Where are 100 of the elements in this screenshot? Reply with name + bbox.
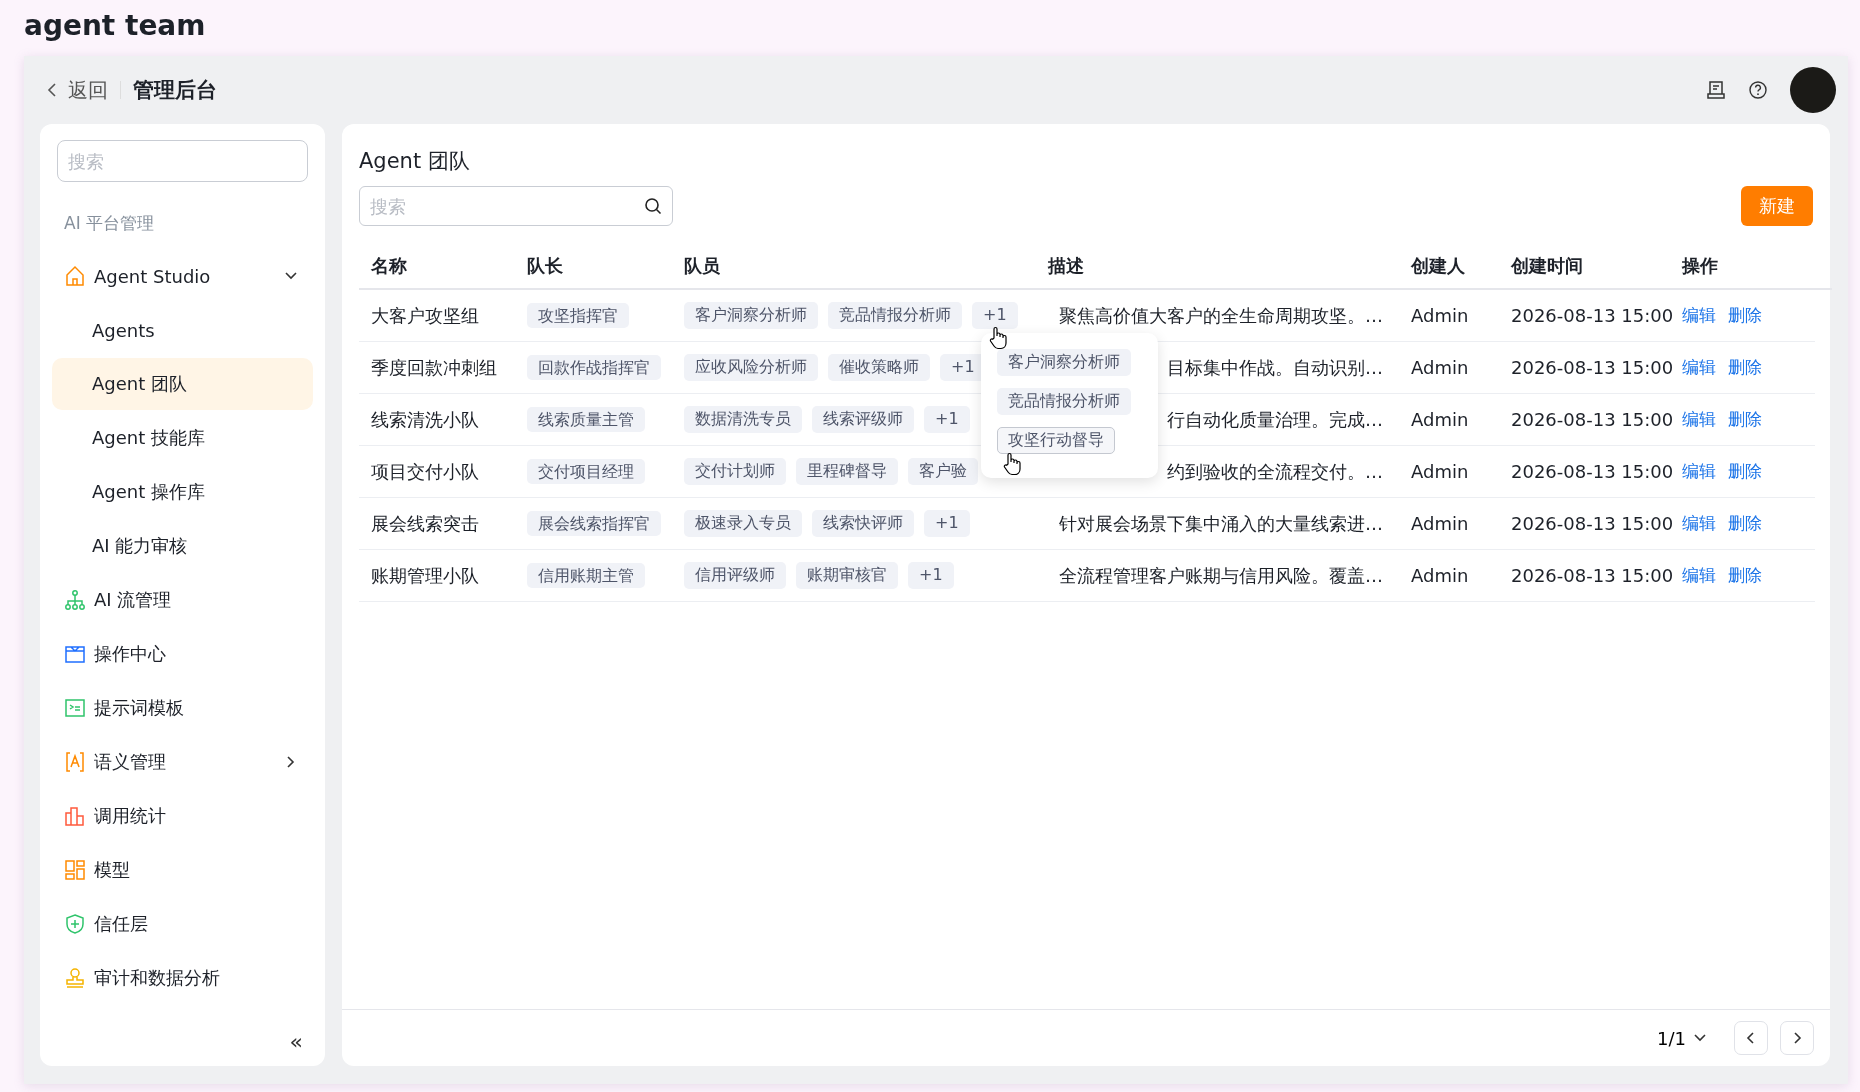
next-page-button[interactable] bbox=[1780, 1021, 1814, 1055]
stamp-icon bbox=[64, 967, 86, 989]
role-tag: 客户验 bbox=[908, 458, 978, 485]
column-header: 创建人 bbox=[1410, 254, 1466, 278]
panel-title: Agent 团队 bbox=[359, 148, 471, 175]
role-tag[interactable]: 攻坚行动督导 bbox=[997, 427, 1115, 454]
inbox-icon[interactable] bbox=[1706, 80, 1726, 100]
table-cell: 针对展会场景下集中涌入的大量线索进… bbox=[1059, 512, 1383, 534]
role-tag: 账期审核官 bbox=[796, 562, 898, 589]
previous-page-button[interactable] bbox=[1734, 1021, 1768, 1055]
nav-item[interactable]: 语义管理 bbox=[52, 735, 313, 789]
table-cell-text: Admin bbox=[1410, 305, 1470, 326]
table-cell-text: 大客户攻坚组 bbox=[370, 303, 480, 328]
table-cell-text: 2026-08-13 15:00 bbox=[1510, 565, 1670, 586]
action-link[interactable]: 编辑 bbox=[1682, 356, 1716, 379]
column-header: 队长 bbox=[526, 254, 564, 278]
role-tag: 催收策略师 bbox=[828, 354, 930, 381]
role-tag: 攻坚指挥官 bbox=[527, 303, 629, 328]
action-link[interactable]: 编辑 bbox=[1682, 304, 1716, 327]
role-tag: 数据清洗专员 bbox=[684, 406, 802, 433]
table-cell-text: 2026-08-13 15:00 bbox=[1510, 461, 1670, 482]
nav-subitem[interactable]: AI 能力审核 bbox=[52, 520, 313, 572]
table-cell: 行自动化质量治理。完成… bbox=[1167, 408, 1383, 430]
nav-item[interactable]: 信任层 bbox=[52, 897, 313, 951]
nav-item[interactable]: Agent Studio bbox=[52, 249, 313, 303]
grid-icon bbox=[64, 859, 86, 881]
action-link[interactable]: 编辑 bbox=[1682, 512, 1716, 535]
nav-subitem[interactable]: Agent 操作库 bbox=[52, 466, 313, 518]
more-tag[interactable]: +1 bbox=[924, 510, 970, 537]
action-link[interactable]: 删除 bbox=[1728, 304, 1762, 327]
table-cell-text: 线索清洗小队 bbox=[370, 407, 480, 432]
search-field[interactable]: 搜索 bbox=[57, 140, 308, 182]
collapse-button[interactable]: « bbox=[279, 1029, 313, 1054]
nav-item[interactable]: 操作中心 bbox=[52, 627, 313, 681]
column-header: 名称 bbox=[370, 254, 408, 278]
role-tag: 回款作战指挥官 bbox=[527, 355, 661, 380]
role-tag: 客户洞察分析师 bbox=[684, 302, 818, 329]
role-tag: 信用账期主管 bbox=[527, 563, 645, 588]
role-tag: 竞品情报分析师 bbox=[828, 302, 962, 329]
column-header: 操作 bbox=[1681, 254, 1719, 278]
action-link[interactable]: 删除 bbox=[1728, 512, 1762, 535]
nav-item[interactable]: AI 流管理 bbox=[52, 573, 313, 627]
role-tag[interactable]: 竞品情报分析师 bbox=[997, 388, 1131, 415]
table-cell-text: Admin bbox=[1410, 513, 1470, 534]
page-title: 管理后台 bbox=[133, 77, 217, 104]
action-link[interactable]: 删除 bbox=[1728, 408, 1762, 431]
action-link[interactable]: 编辑 bbox=[1682, 564, 1716, 587]
role-tag: 极速录入专员 bbox=[684, 510, 802, 537]
table-cell-text: 项目交付小队 bbox=[370, 459, 480, 484]
search-icon[interactable] bbox=[644, 197, 662, 215]
nav-item[interactable]: 调用统计 bbox=[52, 789, 313, 843]
role-tag: 展会线索指挥官 bbox=[527, 511, 661, 536]
table-cell-text: 账期管理小队 bbox=[370, 563, 480, 588]
action-link[interactable]: 删除 bbox=[1728, 564, 1762, 587]
role-tag: 交付计划师 bbox=[684, 458, 786, 485]
more-tag[interactable]: +1 bbox=[908, 562, 954, 589]
nav-subitem[interactable]: Agent 团队 bbox=[52, 358, 313, 410]
bar-chart-icon bbox=[64, 805, 86, 827]
action-link[interactable]: 编辑 bbox=[1682, 460, 1716, 483]
table-cell-text: 季度回款冲刺组 bbox=[370, 355, 498, 380]
action-link[interactable]: 删除 bbox=[1728, 356, 1762, 379]
role-tag: 交付项目经理 bbox=[527, 459, 645, 484]
more-tag[interactable]: +1 bbox=[924, 406, 970, 433]
role-tag: 线索评级师 bbox=[812, 406, 914, 433]
action-link[interactable]: 编辑 bbox=[1682, 408, 1716, 431]
nav-subitem[interactable]: Agent 技能库 bbox=[52, 412, 313, 464]
section-label: AI 平台管理 bbox=[64, 212, 156, 235]
nav-item[interactable]: 模型 bbox=[52, 843, 313, 897]
role-tag: 里程碑督导 bbox=[796, 458, 898, 485]
search-field[interactable]: 搜索 bbox=[359, 186, 673, 226]
back-button[interactable]: 返回 bbox=[46, 76, 108, 104]
action-link[interactable]: 删除 bbox=[1728, 460, 1762, 483]
letter-icon bbox=[64, 751, 86, 773]
table-cell: 目标集中作战。自动识别… bbox=[1167, 356, 1383, 378]
home-icon bbox=[64, 265, 86, 287]
role-tag[interactable]: 客户洞察分析师 bbox=[997, 349, 1131, 376]
avatar[interactable] bbox=[1790, 67, 1836, 113]
more-tag[interactable]: +1 bbox=[972, 302, 1018, 329]
column-header: 描述 bbox=[1047, 254, 1085, 278]
role-tag: 线索质量主管 bbox=[527, 407, 645, 432]
table-cell-text: Admin bbox=[1410, 565, 1470, 586]
help-icon[interactable] bbox=[1748, 80, 1768, 100]
table-cell-text: Admin bbox=[1410, 357, 1470, 378]
shield-icon bbox=[64, 913, 86, 935]
column-header: 创建时间 bbox=[1510, 254, 1584, 278]
nav-item[interactable]: 提示词模板 bbox=[52, 681, 313, 735]
table-cell-text: 2026-08-13 15:00 bbox=[1510, 305, 1670, 326]
role-tag: 线索快评师 bbox=[812, 510, 914, 537]
table-cell-text: 展会线索突击 bbox=[370, 511, 480, 536]
table-cell-text: 2026-08-13 15:00 bbox=[1510, 357, 1670, 378]
chevron-left-icon bbox=[46, 82, 58, 98]
nav-item[interactable]: 审计和数据分析 bbox=[52, 951, 313, 1005]
role-tag: 信用评级师 bbox=[684, 562, 786, 589]
table-cell-text: Admin bbox=[1410, 461, 1470, 482]
app-title: agent team bbox=[24, 8, 207, 44]
nav-subitem[interactable]: Agents bbox=[52, 304, 313, 356]
window-icon bbox=[64, 643, 86, 665]
role-tag: 应收风险分析师 bbox=[684, 354, 818, 381]
table-cell: 聚焦高价值大客户的全生命周期攻坚。… bbox=[1059, 304, 1383, 326]
page-selector[interactable]: 1/1 bbox=[1651, 1026, 1714, 1050]
